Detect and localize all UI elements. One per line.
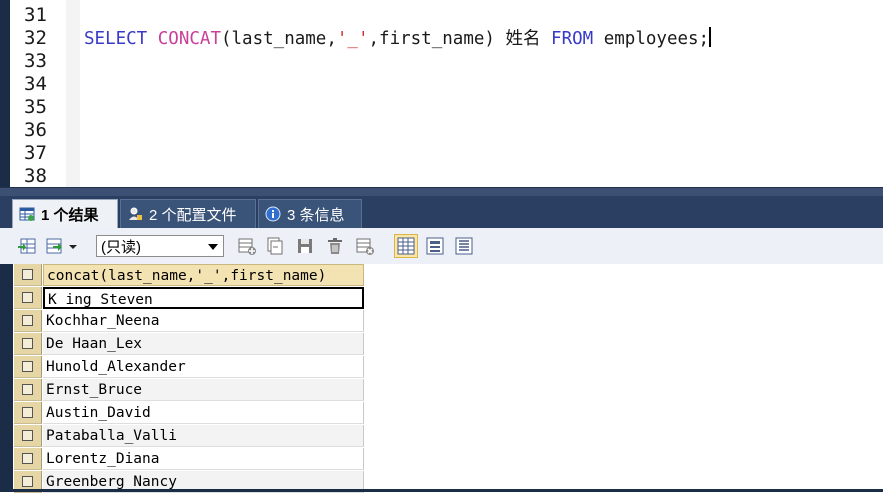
import-icon[interactable]	[44, 235, 80, 257]
delete-icon[interactable]	[324, 235, 346, 257]
table-result-icon	[19, 206, 35, 222]
export-grid-icon[interactable]	[16, 235, 38, 257]
chevron-down-icon	[208, 244, 218, 250]
row-checkbox[interactable]	[14, 287, 42, 309]
keyword-from: FROM	[551, 29, 594, 49]
table-row[interactable]: Kochhar_Neena	[14, 310, 365, 333]
function-concat: CONCAT	[157, 29, 221, 49]
line-number: 38	[24, 165, 47, 187]
column-header[interactable]: concat(last_name,'_',first_name)	[43, 264, 364, 286]
line-number: 32	[24, 27, 47, 49]
table-name: employees;	[603, 29, 710, 49]
line-number: 31	[24, 4, 47, 26]
fold-strip	[66, 0, 80, 187]
result-tab-bar: 1 个结果 2 个配置文件 3 条信息	[0, 196, 883, 228]
row-checkbox[interactable]	[14, 310, 42, 332]
line-number: 33	[24, 50, 47, 72]
string-literal: '_'	[336, 29, 369, 49]
table-cell[interactable]: Kochhar_Neena	[43, 310, 364, 332]
line-number: 37	[24, 142, 47, 164]
table-cell[interactable]: Hunold_Alexander	[43, 356, 364, 378]
table-row[interactable]: Hunold_Alexander	[14, 356, 365, 379]
tab-label: 2 个配置文件	[149, 206, 237, 224]
grid-view-icon[interactable]	[394, 234, 418, 258]
line-number: 36	[24, 119, 47, 141]
sql-editor[interactable]: 31 32 33 34 35 36 37 38 SELECT CONCAT(la…	[0, 0, 883, 187]
table-row[interactable]: Pataballa_Valli	[14, 425, 365, 448]
row-checkbox[interactable]	[14, 425, 42, 447]
insert-row-icon[interactable]	[236, 235, 258, 257]
result-grid[interactable]: concat(last_name,'_',first_name) K_ing_S…	[0, 264, 883, 493]
profile-icon	[127, 206, 143, 222]
table-cell[interactable]: Ernst_Bruce	[43, 379, 364, 401]
table-cell[interactable]: Pataballa_Valli	[43, 425, 364, 447]
save-icon[interactable]	[294, 235, 316, 257]
form-view-icon[interactable]	[423, 234, 447, 258]
table-cell[interactable]: Austin_David	[43, 402, 364, 424]
table-row[interactable]: K_ing_Steven	[14, 287, 365, 310]
line-number: 34	[24, 73, 47, 95]
tab-messages[interactable]: 3 条信息	[258, 199, 362, 228]
row-checkbox[interactable]	[14, 402, 42, 424]
sql-code-line[interactable]: SELECT CONCAT(last_name,'_',first_name) …	[84, 27, 711, 51]
keyword-select: SELECT	[84, 29, 148, 49]
row-checkbox[interactable]	[14, 379, 42, 401]
table-cell[interactable]: Lorentz_Diana	[43, 448, 364, 470]
window-edge	[0, 0, 10, 187]
info-icon	[265, 206, 281, 222]
tab-profiles[interactable]: 2 个配置文件	[120, 199, 256, 228]
line-number: 35	[24, 96, 47, 118]
table-row[interactable]: Ernst_Bruce	[14, 379, 365, 402]
window-edge	[0, 264, 13, 492]
table-row[interactable]: De Haan_Lex	[14, 333, 365, 356]
readonly-label: (只读)	[101, 238, 141, 256]
line-number-gutter: 31 32 33 34 35 36 37 38	[10, 0, 67, 187]
cancel-icon[interactable]	[354, 235, 376, 257]
table-row[interactable]: Austin_David	[14, 402, 365, 425]
row-checkbox[interactable]	[14, 448, 42, 470]
code-args-open: (last_name,	[220, 29, 337, 49]
row-checkbox[interactable]	[14, 356, 42, 378]
text-cursor	[709, 27, 711, 47]
readonly-dropdown[interactable]: (只读)	[96, 235, 224, 257]
tab-label: 1 个结果	[41, 206, 99, 224]
text-view-icon[interactable]	[452, 234, 476, 258]
duplicate-row-icon[interactable]	[264, 235, 286, 257]
table-cell[interactable]: K_ing_Steven	[43, 287, 364, 309]
row-checkbox[interactable]	[14, 333, 42, 355]
table-row[interactable]: Lorentz_Diana	[14, 448, 365, 471]
code-args-close: ,first_name)	[368, 29, 495, 49]
column-alias: 姓名	[505, 29, 541, 49]
select-all-checkbox[interactable]	[14, 264, 42, 286]
grid-header-row: concat(last_name,'_',first_name)	[14, 264, 365, 287]
table-cell[interactable]: De Haan_Lex	[43, 333, 364, 355]
tab-label: 3 条信息	[287, 206, 345, 224]
tab-results[interactable]: 1 个结果	[12, 199, 118, 228]
result-toolbar: (只读)	[0, 228, 883, 265]
